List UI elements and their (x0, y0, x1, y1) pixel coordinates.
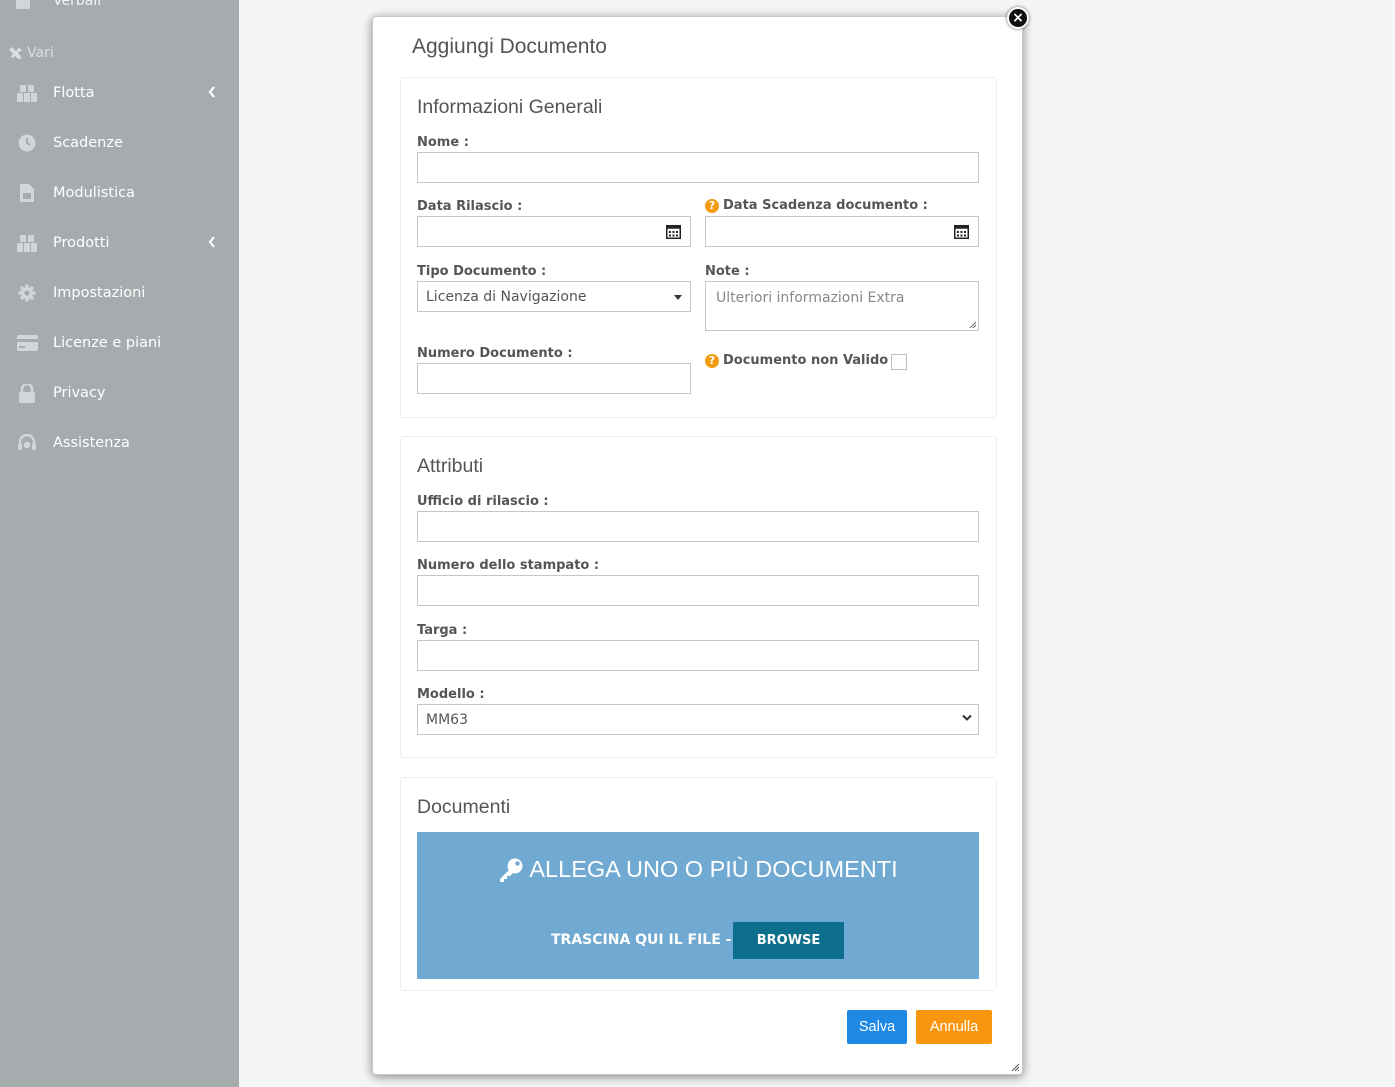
documento-non-valido-label-wrap: ? Documento non Valido : (705, 353, 898, 368)
sidebar-item-impostazioni[interactable]: Impostazioni (16, 281, 226, 305)
chevron-left-icon (208, 86, 215, 98)
clock-icon (16, 132, 38, 154)
attributes-panel: Attributi Ufficio di rilascio : Numero d… (400, 436, 997, 758)
nome-label: Nome : (417, 135, 469, 150)
headset-icon (16, 432, 38, 454)
modello-value: MM63 (426, 712, 468, 728)
modal-title: Aggiungi Documento (412, 35, 607, 58)
data-scadenza-label: Data Scadenza documento : (723, 198, 928, 213)
panel-title: Attributi (417, 455, 484, 477)
data-scadenza-input[interactable] (705, 216, 979, 247)
documento-non-valido-label: Documento non Valido : (723, 353, 898, 368)
dropzone-title: ALLEGA UNO O PIÙ DOCUMENTI (529, 856, 898, 882)
sidebar-section-vari: Vari (8, 44, 54, 62)
documento-non-valido-checkbox[interactable] (891, 354, 907, 370)
caret-down-icon (674, 295, 682, 300)
close-button[interactable]: × (1007, 7, 1029, 29)
data-scadenza-label-wrap: ? Data Scadenza documento : (705, 198, 928, 213)
sidebar-item-label: Impostazioni (53, 285, 146, 301)
sidebar-item-scadenze[interactable]: Scadenze (16, 131, 226, 155)
note-label: Note : (705, 264, 750, 279)
panel-title: Informazioni Generali (417, 96, 603, 118)
data-rilascio-label: Data Rilascio : (417, 199, 523, 214)
browse-button[interactable]: BROWSE (733, 922, 844, 959)
sidebar-item-verbali[interactable]: Verbali (16, 0, 101, 12)
credit-card-icon (16, 332, 38, 354)
note-textarea[interactable]: Ulteriori informazioni Extra (705, 281, 979, 331)
tipo-documento-select[interactable]: Licenza di Navigazione (417, 281, 691, 312)
sidebar-item-label: Licenze e piani (53, 335, 162, 351)
help-icon[interactable]: ? (705, 353, 719, 368)
sidebar-item-prodotti[interactable]: Prodotti (16, 231, 226, 255)
sidebar-section-label: Vari (27, 45, 54, 61)
cancel-button[interactable]: Annulla (916, 1010, 992, 1044)
note-placeholder: Ulteriori informazioni Extra (716, 290, 905, 306)
sidebar-item-label: Privacy (53, 385, 106, 401)
key-icon (500, 858, 523, 882)
numero-stampato-input[interactable] (417, 575, 979, 606)
dropzone-subtitle: TRASCINA QUI IL FILE - (551, 932, 732, 948)
cubes-icon (16, 232, 38, 254)
gear-icon (16, 282, 38, 304)
tipo-documento-value: Licenza di Navigazione (426, 289, 587, 305)
chevron-down-icon (962, 714, 972, 721)
tools-icon (8, 46, 23, 59)
file-icon (16, 182, 38, 204)
nome-input[interactable] (417, 152, 979, 183)
chevron-left-icon (208, 236, 215, 248)
sidebar-item-assistenza[interactable]: Assistenza (16, 431, 226, 455)
save-button[interactable]: Salva (847, 1010, 907, 1044)
modello-select[interactable]: MM63 (417, 704, 979, 735)
sidebar-item-label: Assistenza (53, 435, 130, 451)
sidebar-item-privacy[interactable]: Privacy (16, 381, 226, 405)
sidebar-item-label: Modulistica (53, 185, 135, 201)
sidebar-item-modulistica[interactable]: Modulistica (16, 181, 226, 205)
numero-stampato-label: Numero dello stampato : (417, 558, 600, 573)
numero-documento-input[interactable] (417, 363, 691, 394)
sidebar-item-label: Verbali (53, 0, 102, 9)
ufficio-rilascio-label: Ufficio di rilascio : (417, 494, 549, 509)
sidebar: Verbali Vari Flotta Scadenze Modulistica… (0, 0, 239, 1087)
sidebar-item-flotta[interactable]: Flotta (16, 81, 226, 105)
dropzone-title-wrap: ALLEGA UNO O PIÙ DOCUMENTI (417, 856, 979, 883)
cubes-icon (16, 82, 38, 104)
documents-panel: Documenti ALLEGA UNO O PIÙ DOCUMENTI TRA… (400, 777, 997, 991)
numero-documento-label: Numero Documento : (417, 346, 573, 361)
calendar-icon[interactable] (666, 224, 681, 239)
sidebar-item-label: Scadenze (53, 135, 123, 151)
tipo-documento-label: Tipo Documento : (417, 264, 547, 279)
calendar-icon[interactable] (954, 224, 969, 239)
file-dropzone[interactable]: ALLEGA UNO O PIÙ DOCUMENTI TRASCINA QUI … (417, 832, 979, 979)
sidebar-item-licenze[interactable]: Licenze e piani (16, 331, 226, 355)
lock-icon (16, 382, 38, 404)
resize-handle-icon[interactable] (1011, 1063, 1019, 1071)
resize-handle-icon[interactable] (969, 321, 976, 328)
file-icon (16, 0, 30, 9)
data-rilascio-input[interactable] (417, 216, 691, 247)
general-info-panel: Informazioni Generali Nome : Data Rilasc… (400, 77, 997, 418)
add-document-modal: Aggiungi Documento Informazioni Generali… (372, 16, 1023, 1075)
close-icon: × (1012, 10, 1024, 26)
ufficio-rilascio-input[interactable] (417, 511, 979, 542)
help-icon[interactable]: ? (705, 198, 719, 213)
modello-label: Modello : (417, 687, 485, 702)
sidebar-item-label: Prodotti (53, 235, 110, 251)
panel-title: Documenti (417, 796, 511, 818)
sidebar-item-label: Flotta (53, 85, 95, 101)
targa-label: Targa : (417, 623, 468, 638)
targa-input[interactable] (417, 640, 979, 671)
